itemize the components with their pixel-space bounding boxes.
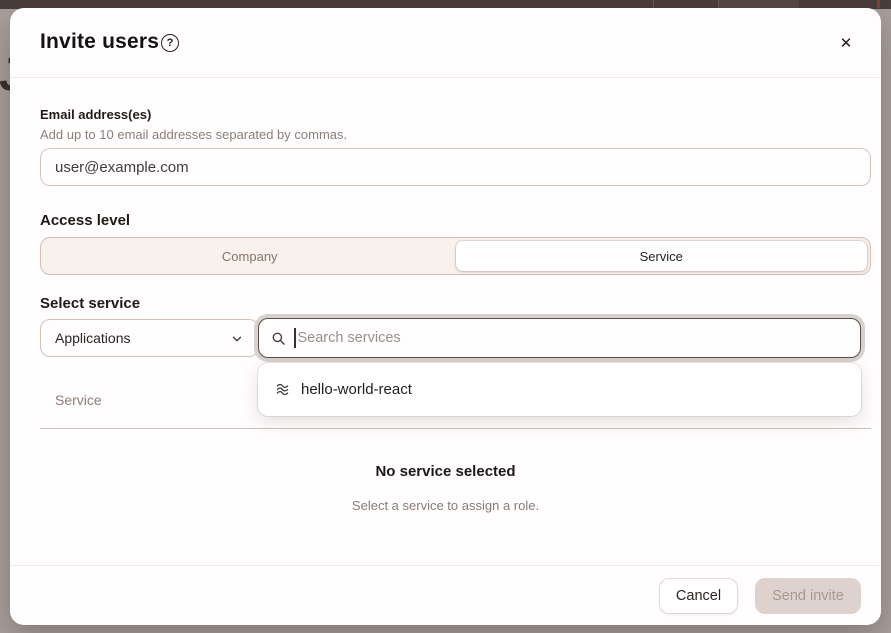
result-item-hello-world-react[interactable]: hello-world-react — [258, 363, 861, 416]
text-caret — [294, 328, 296, 348]
email-helper-text: Add up to 10 email addresses separated b… — [40, 127, 347, 142]
service-category-value: Applications — [55, 330, 131, 346]
search-input[interactable] — [298, 330, 849, 346]
access-level-segmented-control: Company Service — [40, 237, 871, 275]
chevron-down-icon — [230, 332, 244, 346]
email-field[interactable] — [40, 148, 871, 186]
service-column-header: Service — [55, 392, 102, 408]
segment-service[interactable]: Service — [456, 241, 868, 271]
close-icon[interactable]: ✕ — [835, 32, 857, 54]
search-icon — [271, 331, 286, 346]
segment-company[interactable]: Company — [44, 241, 456, 271]
search-results-panel: hello-world-react — [258, 363, 861, 416]
background-heading-fragment: J — [0, 55, 10, 101]
table-divider — [40, 428, 871, 429]
modal-header: Invite users ? ✕ — [10, 8, 881, 78]
empty-state-subtitle: Select a service to assign a role. — [10, 498, 881, 513]
stack-icon — [275, 382, 290, 397]
footer-divider — [10, 565, 881, 566]
send-invite-button[interactable]: Send invite — [755, 578, 861, 614]
email-label: Email address(es) — [40, 107, 151, 122]
invite-users-modal: Invite users ? ✕ Email address(es) Add u… — [10, 8, 881, 625]
help-icon[interactable]: ? — [161, 34, 179, 52]
select-service-label: Select service — [40, 295, 140, 312]
modal-title: Invite users — [40, 30, 159, 54]
topbar-accent — [877, 0, 880, 8]
access-level-label: Access level — [40, 212, 130, 229]
result-item-label: hello-world-react — [301, 381, 412, 398]
cancel-button[interactable]: Cancel — [659, 578, 738, 614]
empty-state-title: No service selected — [10, 463, 881, 480]
service-category-select[interactable]: Applications — [40, 319, 259, 357]
service-search-box[interactable] — [258, 318, 861, 358]
